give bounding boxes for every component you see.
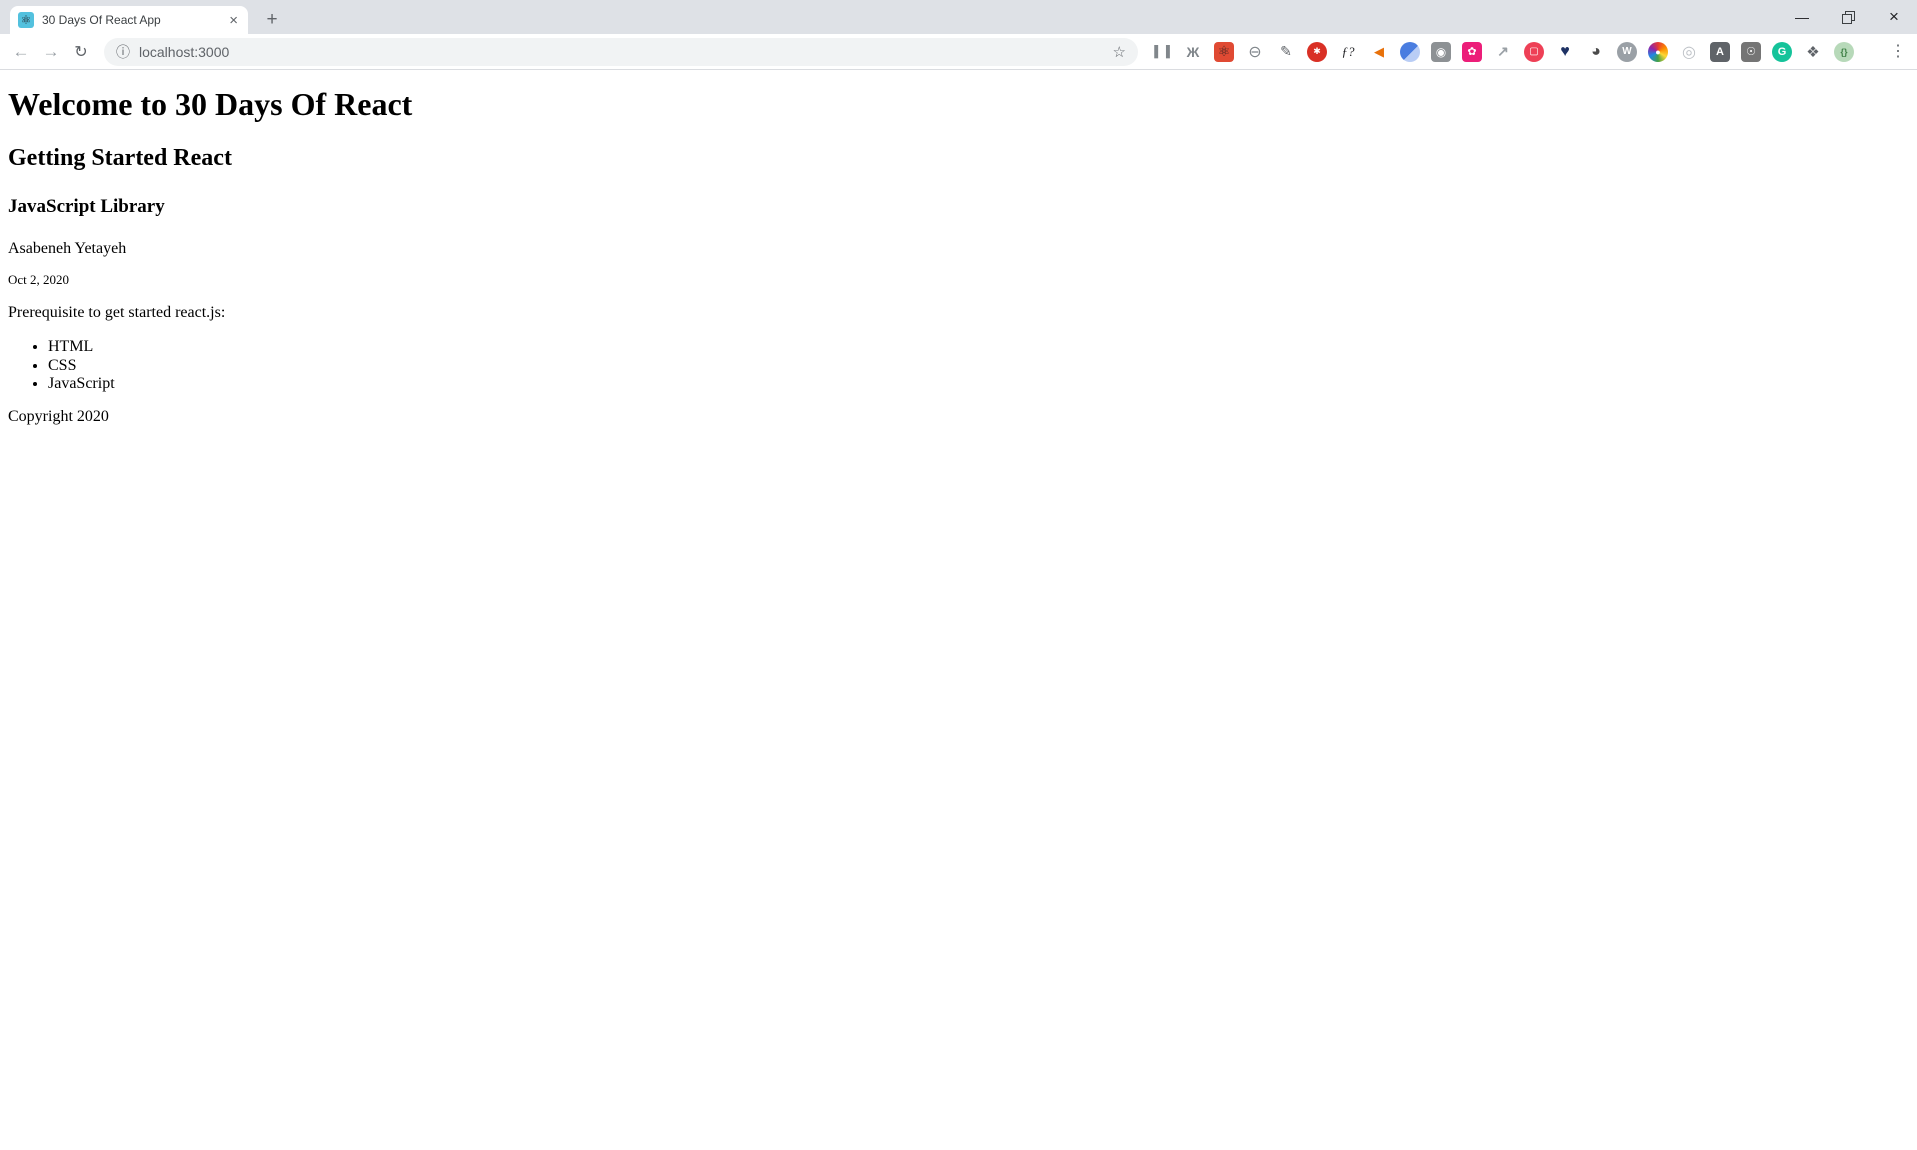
reload-button[interactable]: ↻ <box>66 42 96 62</box>
forward-button[interactable]: → <box>36 42 66 62</box>
stop-hand-icon[interactable]: ✱ <box>1307 42 1327 62</box>
extensions-bar: ▌▐ Ж ⚛ ⊖ ✎ ✱ ƒ? ◀ ◉ ✿ ↗ ▢ ♥ ◕ W ● ◎ A ☉ G ❖ {} <box>1152 34 1854 69</box>
toggl-icon[interactable]: ◕ <box>1586 42 1606 62</box>
url-text[interactable]: localhost:3000 <box>139 44 229 60</box>
grammarly-icon[interactable]: G <box>1772 42 1792 62</box>
red-bookmark-icon[interactable]: ▢ <box>1524 42 1544 62</box>
swirl-icon[interactable] <box>1400 42 1420 62</box>
page-subtitle: Getting Started React <box>8 145 1917 172</box>
color-wheel-icon[interactable]: ● <box>1648 42 1668 62</box>
toolbar: ← → ↻ ⓘ localhost:3000 ☆ ▌▐ Ж ⚛ ⊖ ✎ ✱ ƒ? ◀ ◉ ✿ ↗ ▢ ♥… <box>0 34 1917 70</box>
list-item: JavaScript <box>48 375 1917 394</box>
page-content: Welcome to 30 Days Of React Getting Star… <box>0 86 1917 426</box>
split-view-icon[interactable]: ▌▐ <box>1152 42 1172 62</box>
heart-search-icon[interactable]: ♥ <box>1555 42 1575 62</box>
bug-icon[interactable]: Ж <box>1183 42 1203 62</box>
address-bar[interactable]: ⓘ localhost:3000 ☆ <box>104 38 1138 66</box>
bookmark-star-icon[interactable]: ☆ <box>1113 43 1126 61</box>
tab-close-icon[interactable]: × <box>227 13 240 28</box>
prerequisite-text: Prerequisite to get started react.js: <box>8 304 1917 322</box>
lightbulb-icon[interactable]: ☉ <box>1741 42 1761 62</box>
restore-icon <box>1842 11 1854 23</box>
publish-date: Oct 2, 2020 <box>8 272 1917 288</box>
titlebar: ⚛ 30 Days Of React App × + — × <box>0 0 1917 34</box>
tab-title: 30 Days Of React App <box>42 13 219 27</box>
camera-icon[interactable]: ◉ <box>1431 42 1451 62</box>
list-item: HTML <box>48 338 1917 357</box>
w-circle-icon[interactable]: W <box>1617 42 1637 62</box>
list-item: CSS <box>48 357 1917 376</box>
back-button[interactable]: ← <box>6 42 36 62</box>
author-name: Asabeneh Yetayeh <box>8 240 1917 258</box>
window-controls: — × <box>1779 0 1917 33</box>
circle-dash-icon[interactable]: ⊖ <box>1245 42 1265 62</box>
page-title: Welcome to 30 Days Of React <box>8 86 1917 123</box>
megaphone-icon[interactable]: ◀ <box>1369 42 1389 62</box>
new-tab-button[interactable]: + <box>258 8 286 32</box>
minimize-button[interactable]: — <box>1779 0 1825 33</box>
orbit-icon[interactable]: ◎ <box>1679 42 1699 62</box>
browser-tab[interactable]: ⚛ 30 Days Of React App × <box>10 6 248 34</box>
skills-list: HTML CSS JavaScript <box>8 338 1917 394</box>
function-icon[interactable]: ƒ? <box>1338 42 1358 62</box>
browser-menu-icon[interactable]: ⋮ <box>1890 43 1906 61</box>
copyright-text: Copyright 2020 <box>8 408 1917 426</box>
pink-gear-icon[interactable]: ✿ <box>1462 42 1482 62</box>
extensions-puzzle-icon[interactable]: ❖ <box>1803 42 1823 62</box>
section-heading: JavaScript Library <box>8 196 1917 218</box>
input-tools-icon[interactable]: A <box>1710 42 1730 62</box>
close-button[interactable]: × <box>1871 0 1917 33</box>
react-devtools-icon[interactable]: ⚛ <box>1214 42 1234 62</box>
tag-steps-icon[interactable]: ↗ <box>1493 42 1513 62</box>
restore-button[interactable] <box>1825 0 1871 33</box>
color-picker-icon[interactable]: ✎ <box>1276 42 1296 62</box>
site-info-icon[interactable]: ⓘ <box>116 42 130 62</box>
react-favicon-icon: ⚛ <box>18 12 34 28</box>
json-braces-icon[interactable]: {} <box>1834 42 1854 62</box>
